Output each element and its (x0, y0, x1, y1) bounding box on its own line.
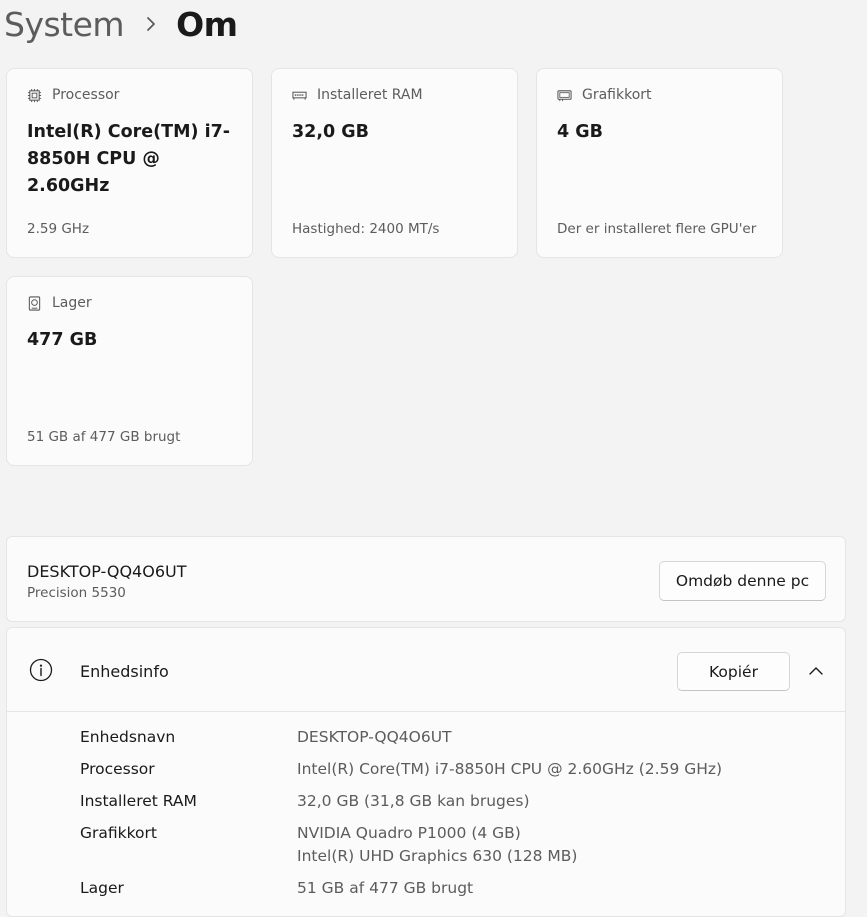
info-icon (29, 658, 53, 682)
spec-value: NVIDIA Quadro P1000 (4 GB) (297, 824, 521, 842)
storage-card: Lager 477 GB 51 GB af 477 GB brugt (6, 276, 253, 466)
chevron-up-icon (809, 667, 823, 675)
device-model: Precision 5530 (27, 585, 126, 601)
spec-label: Processor (80, 760, 155, 778)
device-info-header[interactable]: Enhedsinfo Kopiér (7, 628, 845, 712)
gpu-card-value: 4 GB (557, 122, 603, 142)
device-name-bar: DESKTOP-QQ4O6UT Precision 5530 Omdøb den… (6, 536, 846, 622)
spec-label: Lager (80, 879, 124, 897)
storage-card-title: Lager (52, 295, 92, 311)
rename-pc-button[interactable]: Omdøb denne pc (659, 561, 826, 601)
device-name: DESKTOP-QQ4O6UT (27, 562, 187, 581)
ram-card-speed: Hastighed: 2400 MT/s (292, 221, 440, 237)
ram-card-title: Installeret RAM (317, 87, 423, 103)
spec-value-secondary: Intel(R) UHD Graphics 630 (128 MB) (297, 847, 578, 865)
chevron-right-icon (147, 17, 155, 31)
gpu-card-note: Der er installeret flere GPU'er (557, 221, 757, 237)
processor-card-speed: 2.59 GHz (27, 221, 90, 237)
spec-label: Installeret RAM (80, 792, 197, 810)
spec-label: Enhedsnavn (80, 728, 176, 746)
gpu-icon (557, 89, 572, 101)
processor-card: Processor Intel(R) Core(TM) i7-8850H CPU… (6, 68, 253, 258)
device-info-title: Enhedsinfo (80, 662, 169, 681)
storage-icon (28, 295, 41, 311)
ram-card-value: 32,0 GB (292, 122, 369, 142)
processor-card-title: Processor (52, 87, 120, 103)
breadcrumb: System Om (4, 0, 238, 48)
spec-value: 32,0 GB (31,8 GB kan bruges) (297, 792, 530, 810)
ram-card: Installeret RAM 32,0 GB Hastighed: 2400 … (271, 68, 518, 258)
memory-icon (292, 91, 307, 100)
cpu-icon (27, 88, 42, 102)
gpu-card-title: Grafikkort (582, 87, 652, 103)
spec-value: Intel(R) Core(TM) i7-8850H CPU @ 2.60GHz… (297, 760, 723, 778)
storage-card-value: 477 GB (27, 330, 98, 350)
spec-value: DESKTOP-QQ4O6UT (297, 728, 452, 746)
spec-label: Grafikkort (80, 824, 157, 842)
page-title: Om (176, 4, 238, 44)
copy-button[interactable]: Kopiér (677, 652, 790, 691)
storage-card-usage: 51 GB af 477 GB brugt (27, 429, 181, 445)
breadcrumb-system-link[interactable]: System (4, 5, 125, 44)
processor-card-value: Intel(R) Core(TM) i7-8850H CPU @ 2.60GHz (27, 122, 231, 196)
spec-value: 51 GB af 477 GB brugt (297, 879, 474, 897)
gpu-card: Grafikkort 4 GB Der er installeret flere… (536, 68, 783, 258)
collapse-button[interactable] (804, 659, 828, 683)
device-info-panel: Enhedsinfo Kopiér Enhedsnavn DESKTOP-QQ4… (6, 627, 846, 917)
